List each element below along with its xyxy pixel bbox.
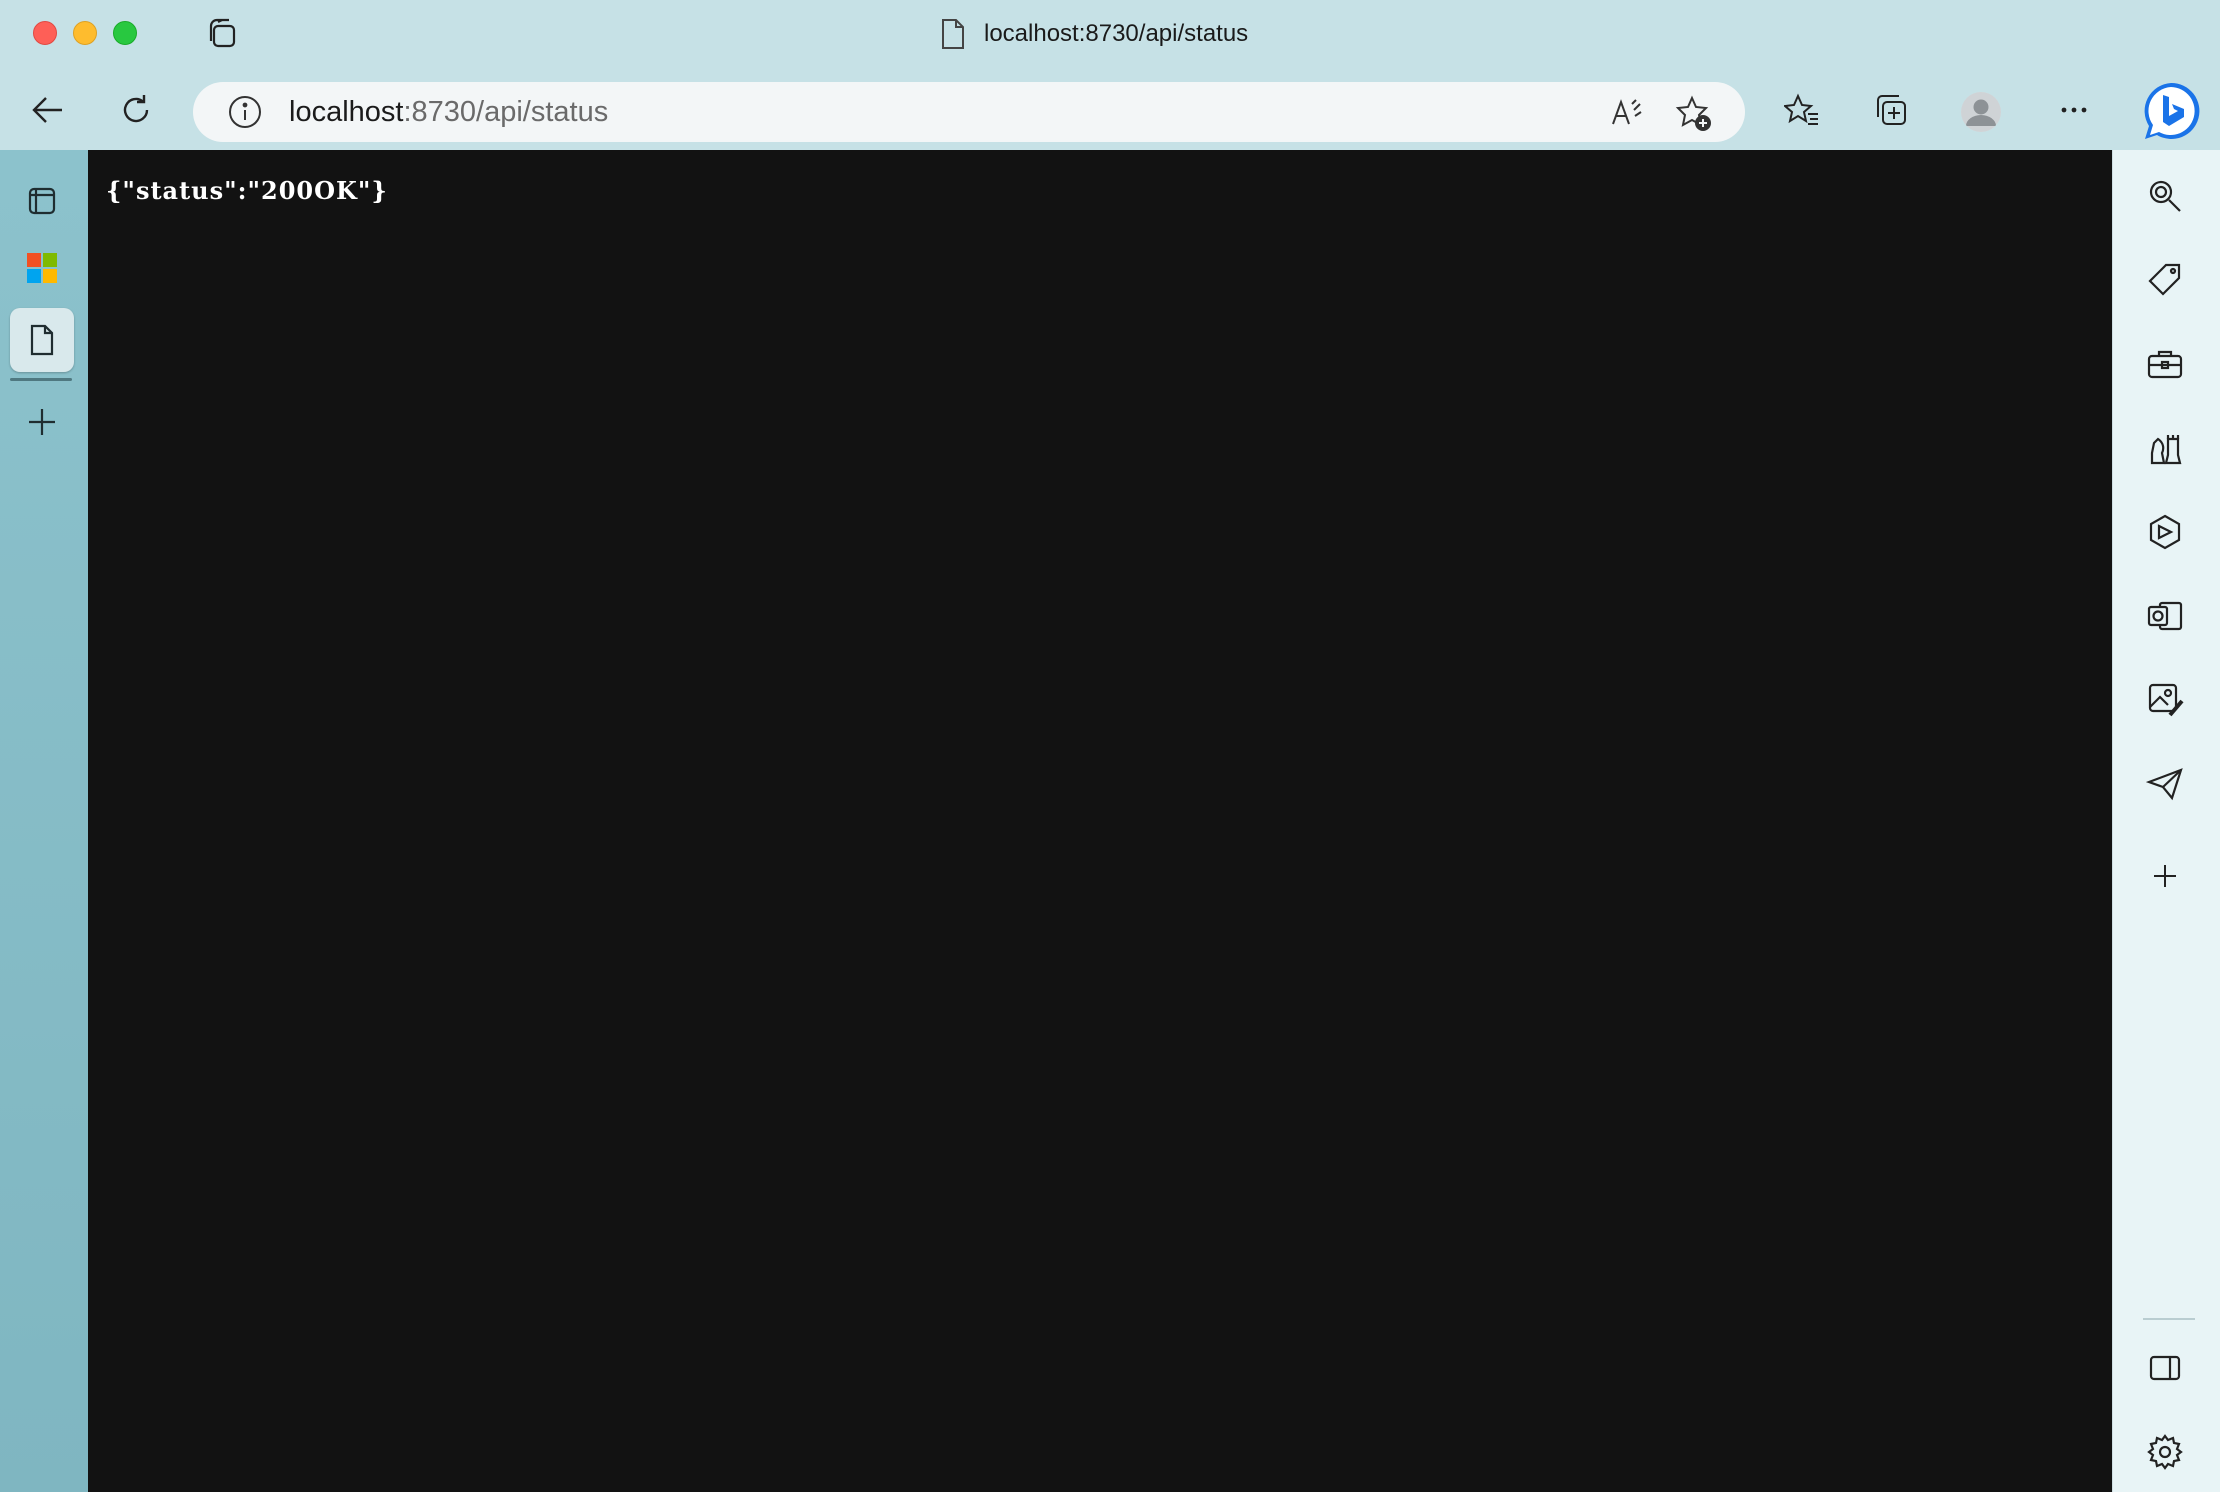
edge-sidebar <box>2112 150 2220 1492</box>
tools-icon <box>2147 350 2183 379</box>
sidebar-settings-button[interactable] <box>2143 1430 2187 1474</box>
collections-button[interactable] <box>1871 90 1911 130</box>
sidebar-divider <box>2143 1318 2195 1320</box>
window-title: localhost:8730/api/status <box>940 14 1248 54</box>
read-aloud-icon[interactable] <box>1609 94 1645 130</box>
url-host: localhost <box>289 96 404 128</box>
image-creator-icon <box>2148 683 2184 717</box>
back-button[interactable] <box>28 90 68 130</box>
json-response-text: {"status":"200OK"} <box>106 176 388 205</box>
add-favorite-icon[interactable] <box>1675 94 1713 132</box>
address-url[interactable]: localhost:8730/api/status <box>289 82 608 142</box>
url-path: :8730/api/status <box>403 96 609 128</box>
bing-icon <box>2144 82 2200 139</box>
sidebar-office-button[interactable] <box>2143 510 2187 554</box>
sidebar-shopping-button[interactable] <box>2143 258 2187 302</box>
document-icon <box>942 19 964 49</box>
active-page-tab[interactable] <box>10 308 74 372</box>
refresh-icon <box>123 95 149 123</box>
office-icon <box>2149 514 2181 550</box>
profile-icon <box>1961 92 2001 132</box>
site-info-icon[interactable] <box>227 94 263 130</box>
sidebar-image-creator-button[interactable] <box>2143 678 2187 722</box>
profile-avatar[interactable] <box>1961 92 2001 132</box>
close-window-button[interactable] <box>33 21 57 45</box>
sidebar-tools-button[interactable] <box>2143 342 2187 386</box>
more-icon <box>2061 107 2087 113</box>
tab-actions-button[interactable] <box>10 169 74 233</box>
favorites-button[interactable] <box>1782 90 1822 130</box>
gear-icon <box>2147 1434 2183 1470</box>
microsoft-start-tab[interactable] <box>10 236 74 300</box>
tab-divider <box>10 378 72 381</box>
minimize-window-button[interactable] <box>73 21 97 45</box>
send-icon <box>2146 768 2183 801</box>
copilot-button[interactable] <box>2140 80 2202 142</box>
tab-actions-menu-icon[interactable] <box>205 16 241 52</box>
sidebar-games-button[interactable] <box>2143 426 2187 470</box>
microsoft-start-icon <box>27 253 57 283</box>
favorites-icon <box>1784 93 1818 125</box>
sidebar-outlook-button[interactable] <box>2143 594 2187 638</box>
page-content: {"status":"200OK"} <box>88 150 2112 1492</box>
plus-icon <box>2154 865 2176 887</box>
window-title-text: localhost:8730/api/status <box>984 20 1249 47</box>
browser-toolbar: localhost:8730/api/status <box>0 68 2220 150</box>
title-bar: localhost:8730/api/status <box>0 0 2220 68</box>
shopping-tag-icon <box>2148 263 2181 296</box>
maximize-window-button[interactable] <box>113 21 137 45</box>
sidebar-toggle-button[interactable] <box>2143 1346 2187 1390</box>
collections-icon <box>1877 95 1906 125</box>
sidebar-panel-icon <box>2149 1355 2181 1381</box>
vertical-tabs-bar <box>0 150 88 1492</box>
games-icon <box>2150 435 2182 465</box>
sidebar-add-button[interactable] <box>2143 854 2187 898</box>
address-bar[interactable]: localhost:8730/api/status <box>193 82 1745 142</box>
tab-actions-icon <box>28 187 56 215</box>
sidebar-drop-button[interactable] <box>2143 762 2187 806</box>
new-tab-button[interactable] <box>10 390 74 454</box>
refresh-button[interactable] <box>116 90 156 130</box>
outlook-icon <box>2147 601 2183 631</box>
page-tab-icon <box>30 324 54 356</box>
sidebar-search-button[interactable] <box>2143 174 2187 218</box>
search-icon <box>2149 180 2181 212</box>
plus-icon <box>29 409 55 435</box>
arrow-left-icon <box>32 97 62 123</box>
more-options-button[interactable] <box>2054 90 2094 130</box>
